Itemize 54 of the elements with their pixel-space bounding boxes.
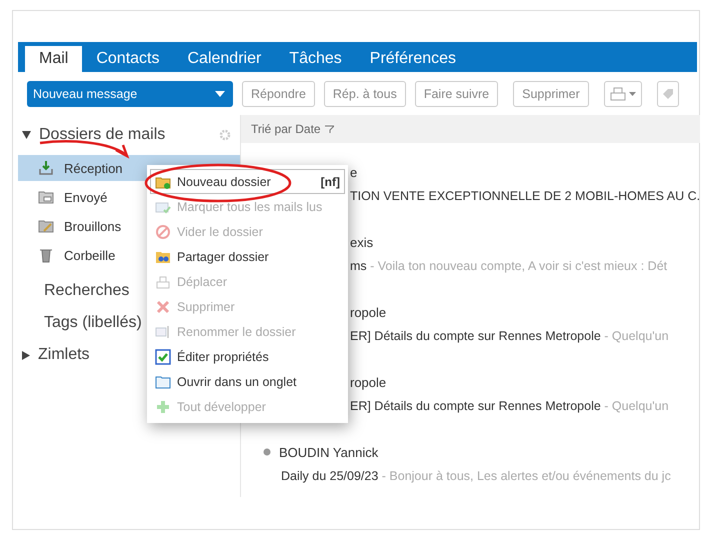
tag-button[interactable] (656, 81, 679, 107)
tab[interactable]: Contacts (82, 46, 174, 72)
message-subject[interactable]: ms - Voila ton nouveau compte, A voir si c'est mieux : Dét (350, 259, 700, 273)
caret-icon (215, 91, 225, 97)
tab[interactable]: Tâches (275, 46, 356, 72)
toolbar-button[interactable]: Faire suivre (414, 81, 498, 107)
tab[interactable]: Préférences (356, 46, 470, 72)
trash-icon (38, 247, 54, 263)
folders-header: Dossiers de mails (39, 126, 166, 144)
prohibited-icon (155, 224, 171, 240)
inbox-icon (38, 160, 54, 176)
unread-dot-icon (263, 448, 271, 456)
new-message-button[interactable]: Nouveau message (27, 81, 233, 107)
sort-icon (324, 125, 334, 133)
message-sender: ropole (350, 374, 386, 390)
menu-item[interactable]: Éditer propriétés (150, 344, 345, 369)
tag-icon (662, 88, 674, 100)
message-sender: e (350, 164, 358, 180)
tray-icon (610, 87, 626, 101)
menu-item[interactable]: Ouvrir dans un onglet (150, 369, 345, 394)
toolbar-button[interactable]: Supprimer (513, 81, 589, 107)
message-subject[interactable]: ER] Détails du compte sur Rennes Metropole - Quelqu'un (350, 399, 700, 413)
tray-icon (155, 274, 171, 290)
sort-bar[interactable]: Trié par Date (241, 115, 700, 143)
folder-label: Corbeille (64, 248, 116, 262)
folder-label: Brouillons (64, 218, 122, 234)
move-menu-button[interactable] (604, 81, 642, 107)
tab[interactable]: Calendrier (173, 46, 276, 72)
sort-label: Trié par Date (251, 122, 321, 136)
menu-item[interactable]: Nouveau dossier [nf] (150, 169, 345, 194)
message-subject[interactable]: TION VENTE EXCEPTIONNELLE DE 2 MOBIL-HOMES AU C. (350, 189, 700, 203)
message-sender: exis (350, 234, 374, 250)
toolbar-button[interactable]: Répondre (242, 81, 315, 107)
message-sender: ropole (350, 304, 386, 320)
folder-icon (155, 374, 171, 390)
message-sender: BOUDIN Yannick (279, 444, 378, 460)
folder-pencil-icon (38, 218, 54, 234)
cross-icon (155, 298, 171, 314)
expanded-triangle-icon[interactable] (22, 131, 31, 139)
plus-icon (155, 398, 171, 414)
collapsed-triangle-icon (22, 350, 30, 360)
caret-icon (628, 92, 636, 96)
folder-label: Réception (64, 160, 123, 176)
rename-icon (155, 324, 171, 340)
folder-label: Envoyé (64, 190, 108, 204)
toolbar-button[interactable]: Rép. à tous (324, 81, 406, 107)
settings-icon[interactable] (218, 128, 232, 142)
folder-icon (38, 189, 54, 205)
section-label: Zimlets (38, 346, 90, 364)
checkbox-icon (155, 348, 171, 364)
message-subject[interactable]: Daily du 25/09/23 - Bonjour à tous, Les alertes et/ou événements du jc (263, 469, 700, 483)
message-subject[interactable]: ER] Détails du compte sur Rennes Metropole - Quelqu'un (350, 329, 700, 343)
tab[interactable]: Mail (25, 46, 82, 72)
menu-item[interactable]: Partager dossier (150, 244, 345, 269)
